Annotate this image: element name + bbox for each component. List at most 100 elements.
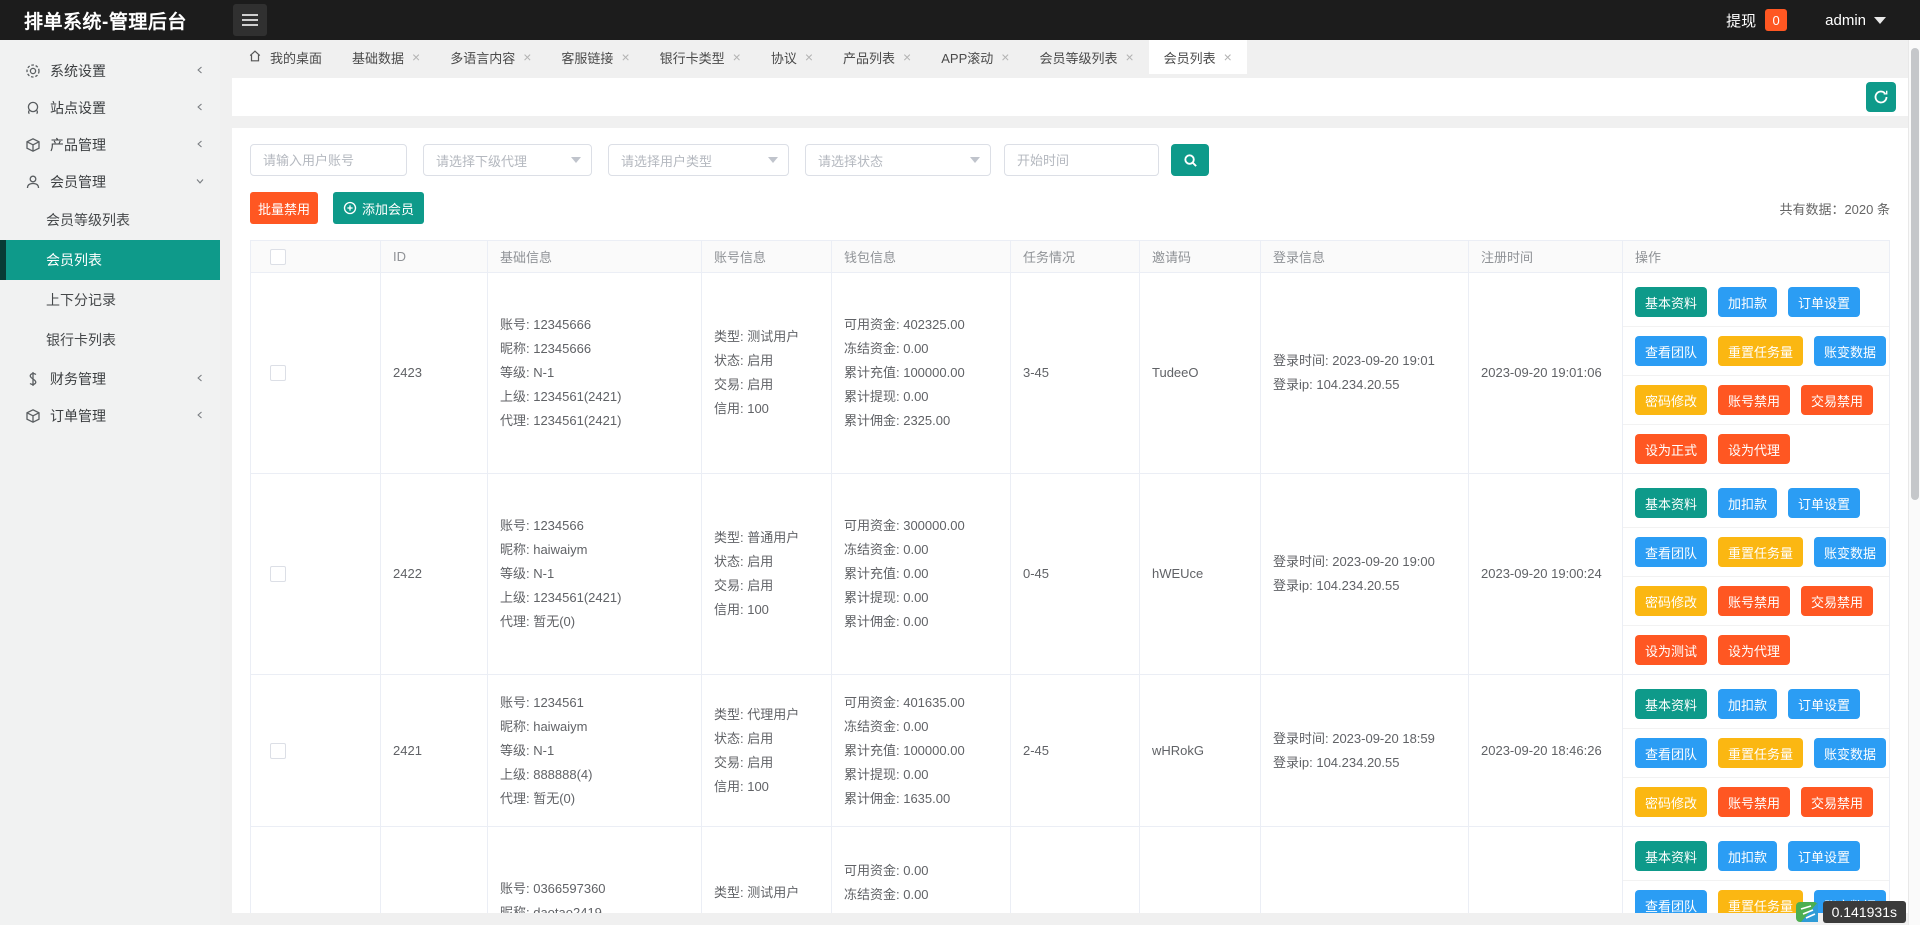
action-button[interactable]: 订单设置 — [1788, 689, 1861, 719]
action-button[interactable]: 订单设置 — [1788, 488, 1861, 518]
action-button[interactable]: 订单设置 — [1788, 841, 1861, 871]
action-button[interactable]: 账号禁用 — [1718, 586, 1791, 616]
id-cell: 2421 — [381, 675, 488, 826]
task-cell: 0-45 — [1011, 474, 1140, 674]
action-button[interactable]: 基本资料 — [1635, 287, 1708, 317]
tab-9[interactable]: 会员等级列表 × — [1024, 40, 1148, 74]
header-cell — [251, 241, 381, 272]
status-select[interactable]: 请选择状态 — [805, 144, 991, 176]
add-member-button[interactable]: 添加会员 — [333, 192, 425, 224]
close-icon[interactable]: × — [805, 50, 813, 64]
sidebar-toggle-button[interactable] — [233, 4, 267, 36]
action-button[interactable]: 基本资料 — [1635, 488, 1708, 518]
action-button[interactable]: 重置任务量 — [1718, 890, 1804, 913]
search-button[interactable] — [1171, 144, 1209, 176]
refresh-panel — [232, 78, 1908, 116]
action-button[interactable]: 加扣款 — [1718, 689, 1778, 719]
sidebar-item-1[interactable]: 系统设置 — [0, 52, 220, 89]
tab-label: 我的桌面 — [270, 50, 323, 66]
close-icon[interactable]: × — [621, 50, 629, 64]
start-time-input[interactable] — [1004, 144, 1159, 176]
user-menu[interactable]: admin — [1825, 12, 1886, 29]
action-button[interactable]: 密码修改 — [1635, 787, 1708, 817]
account-search-input[interactable] — [250, 144, 407, 176]
tab-5[interactable]: 银行卡类型 × — [645, 40, 756, 74]
action-button[interactable]: 基本资料 — [1635, 689, 1708, 719]
action-button[interactable]: 设为代理 — [1718, 635, 1791, 665]
action-button[interactable]: 密码修改 — [1635, 586, 1708, 616]
action-button[interactable]: 重置任务量 — [1718, 336, 1804, 366]
action-button[interactable]: 账号禁用 — [1718, 385, 1791, 415]
withdraw-menu[interactable]: 提现 0 — [1726, 9, 1788, 31]
close-icon[interactable]: × — [903, 50, 911, 64]
action-button[interactable]: 账变数据 — [1814, 336, 1887, 366]
close-icon[interactable]: × — [1224, 50, 1232, 64]
sidebar-item-3[interactable]: 产品管理 — [0, 126, 220, 163]
action-button[interactable]: 账号禁用 — [1718, 787, 1791, 817]
tab-3[interactable]: 多语言内容 × — [435, 40, 546, 74]
scrollbar-thumb[interactable] — [1911, 48, 1919, 500]
info-line: 代理: 暂无(0) — [500, 790, 576, 806]
action-button[interactable]: 交易禁用 — [1801, 787, 1874, 817]
tab-6[interactable]: 协议 × — [756, 40, 828, 74]
row-checkbox[interactable] — [270, 365, 286, 381]
action-button[interactable]: 交易禁用 — [1801, 385, 1874, 415]
action-button[interactable]: 加扣款 — [1718, 488, 1778, 518]
action-button[interactable]: 加扣款 — [1718, 287, 1778, 317]
tab-7[interactable]: 产品列表 × — [828, 40, 926, 74]
action-button[interactable]: 账变数据 — [1814, 738, 1887, 768]
sidebar-item-4[interactable]: 会员管理 — [0, 163, 220, 200]
user-type-select[interactable]: 请选择用户类型 — [608, 144, 789, 176]
tab-4[interactable]: 客服链接 × — [546, 40, 644, 74]
action-button[interactable]: 查看团队 — [1635, 738, 1708, 768]
tab-label: 产品列表 — [843, 50, 896, 66]
action-button[interactable]: 交易禁用 — [1801, 586, 1874, 616]
select-all-checkbox[interactable] — [270, 248, 286, 265]
action-button[interactable]: 订单设置 — [1788, 287, 1861, 317]
base-info-cell: 账号: 1234566 昵称: haiwaiym 等级: N-1 上级: 123456… — [488, 474, 702, 674]
refresh-button[interactable] — [1866, 82, 1896, 112]
id-cell — [381, 827, 488, 913]
batch-disable-button[interactable]: 批量禁用 — [250, 192, 319, 224]
page-scrollbar[interactable] — [1908, 40, 1920, 925]
tab-10[interactable]: 会员列表 × — [1148, 40, 1247, 74]
action-button[interactable]: 重置任务量 — [1718, 738, 1804, 768]
close-icon[interactable]: × — [1001, 50, 1009, 64]
action-button-row: 密码修改 账号禁用 交易禁用 — [1623, 376, 1889, 425]
action-button[interactable]: 设为正式 — [1635, 434, 1708, 464]
close-icon[interactable]: × — [412, 50, 420, 64]
action-button[interactable]: 重置任务量 — [1718, 537, 1804, 567]
tab-1[interactable]: 我的桌面 — [233, 40, 337, 74]
info-line: 可用资金: 300000.00 — [844, 518, 965, 533]
sidebar-item-label: 财务管理 — [50, 370, 106, 387]
info-line: 交易: 启用 — [714, 377, 774, 392]
tab-8[interactable]: APP滚动 × — [926, 40, 1024, 74]
action-button-row: 查看团队重置任务量账变数据 — [1623, 327, 1889, 376]
action-button[interactable]: 查看团队 — [1635, 537, 1708, 567]
action-button-row: 设为测试 设为代理 — [1623, 626, 1889, 674]
action-button[interactable]: 设为测试 — [1635, 635, 1708, 665]
tab-2[interactable]: 基础数据 × — [337, 40, 435, 74]
row-checkbox[interactable] — [270, 566, 286, 582]
action-button[interactable]: 密码修改 — [1635, 385, 1708, 415]
action-button[interactable]: 加扣款 — [1718, 841, 1778, 871]
action-button[interactable]: 账变数据 — [1814, 537, 1887, 567]
action-button[interactable]: 查看团队 — [1635, 890, 1708, 913]
sidebar-subitem[interactable]: 银行卡列表 — [0, 320, 220, 360]
agent-select[interactable]: 请选择下级代理 — [423, 144, 592, 176]
row-checkbox[interactable] — [270, 742, 286, 759]
sidebar-subitem[interactable]: 会员列表 — [0, 240, 220, 280]
close-icon[interactable]: × — [733, 50, 741, 64]
sidebar-item-2[interactable]: 站点设置 — [0, 89, 220, 126]
action-button[interactable]: 设为代理 — [1718, 434, 1791, 464]
sidebar-subitem[interactable]: 上下分记录 — [0, 280, 220, 320]
sidebar-item-6[interactable]: 订单管理 — [0, 397, 220, 434]
sidebar-subitem[interactable]: 会员等级列表 — [0, 200, 220, 240]
sidebar-item-5[interactable]: 财务管理 — [0, 360, 220, 397]
header-cell: 操作 — [1635, 250, 1662, 265]
action-button[interactable]: 查看团队 — [1635, 336, 1708, 366]
close-icon[interactable]: × — [523, 50, 531, 64]
invite-code-cell: TudeeO — [1140, 273, 1261, 473]
action-button[interactable]: 基本资料 — [1635, 841, 1708, 871]
close-icon[interactable]: × — [1125, 50, 1133, 64]
